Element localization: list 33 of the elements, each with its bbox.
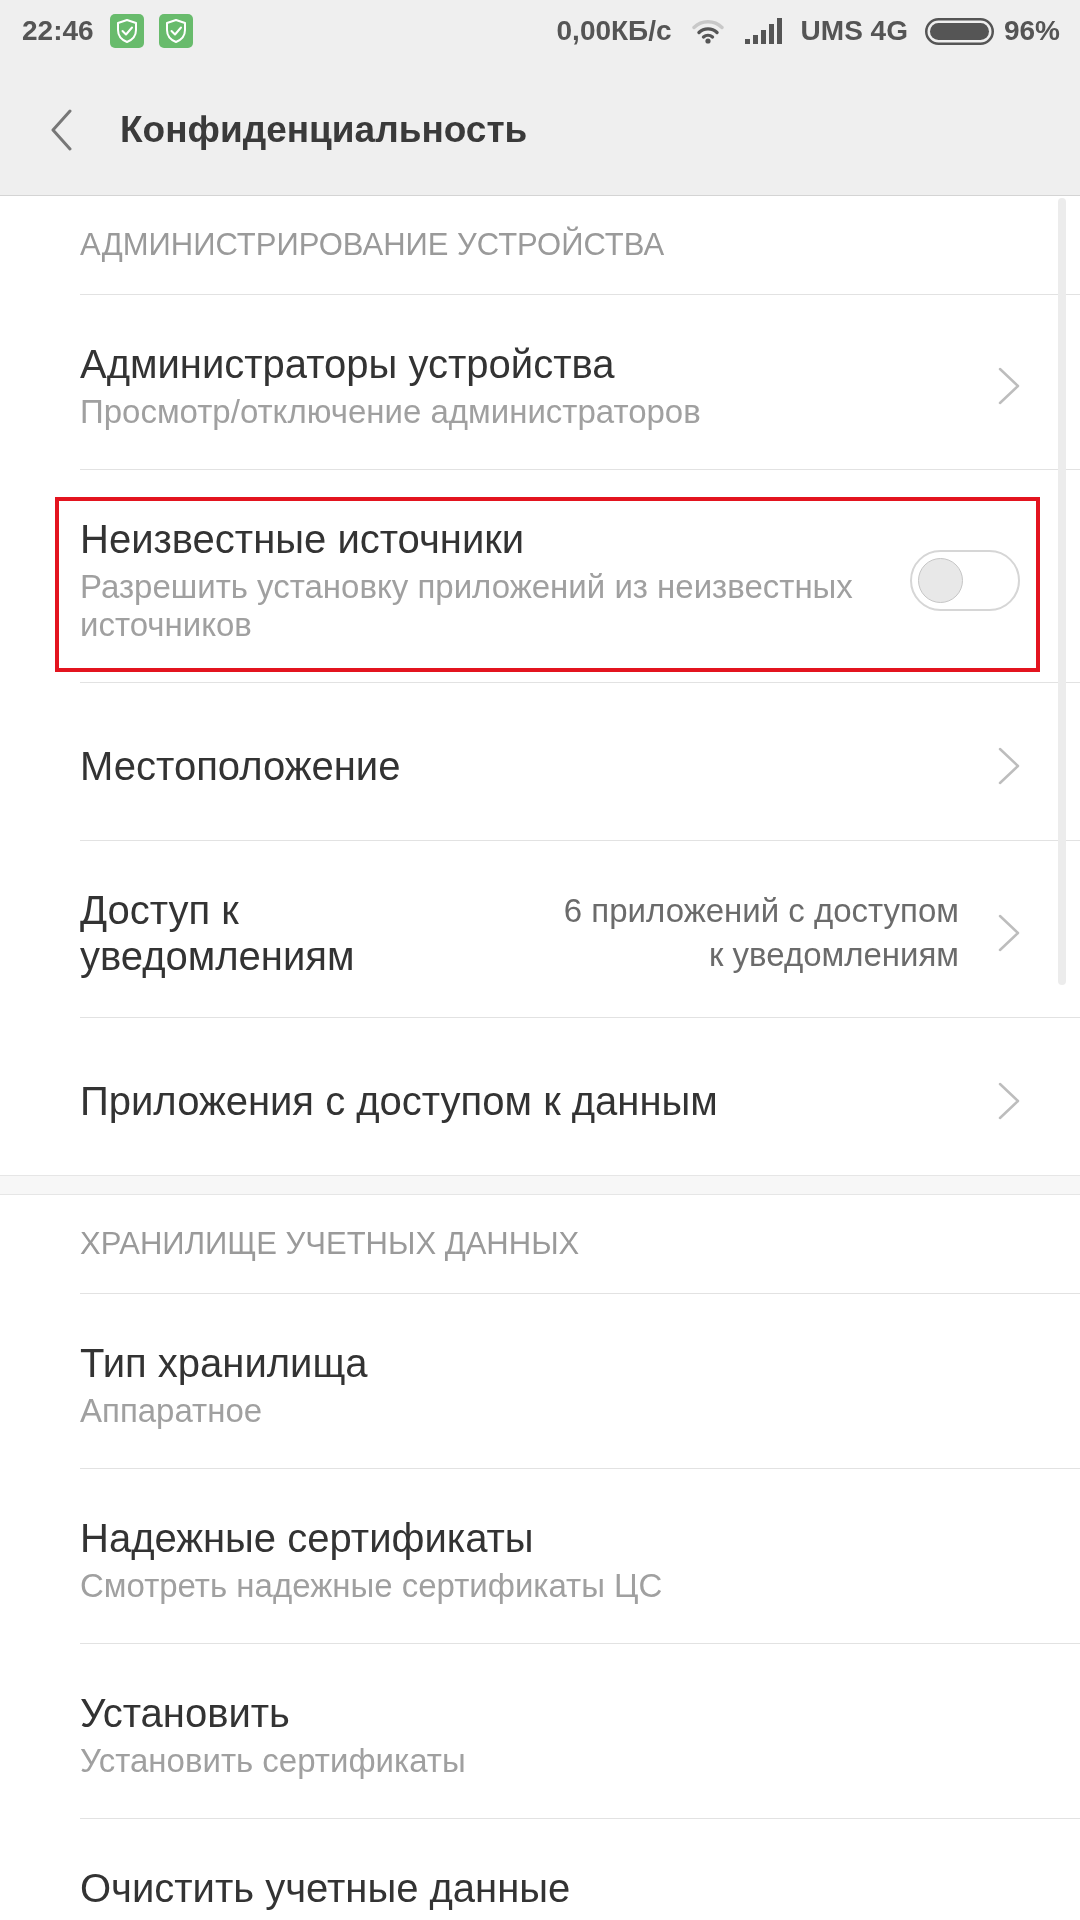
page-title: Конфиденциальность xyxy=(120,108,528,151)
chevron-right-icon xyxy=(998,367,1020,405)
status-time: 22:46 xyxy=(22,15,94,47)
setting-subtitle: Разрешить установку приложений из неизвестных источников xyxy=(80,568,854,644)
setting-value: 6 приложений с доступом к уведомлениям xyxy=(562,891,959,975)
setting-subtitle: Смотреть надежные сертификаты ЦС xyxy=(80,1567,664,1605)
section-title: ХРАНИЛИЩЕ УЧЕТНЫХ ДАННЫХ xyxy=(80,1226,580,1262)
scrollbar-thumb[interactable] xyxy=(1058,198,1066,985)
carrier-label: UMS 4G xyxy=(800,15,908,47)
chevron-right-icon xyxy=(998,746,1020,785)
chevron-right-icon xyxy=(998,1081,1020,1120)
setting-title[interactable]: Местоположение xyxy=(80,742,959,789)
chevron-right-icon xyxy=(998,914,1020,952)
setting-subtitle: Установить сертификаты xyxy=(80,1742,467,1780)
battery-percent: 96% xyxy=(1003,15,1060,47)
setting-title[interactable]: Очистить учетные данные xyxy=(80,1865,1020,1911)
battery-icon xyxy=(924,17,994,45)
setting-title[interactable]: Надежные сертификаты xyxy=(80,1515,1020,1561)
network-speed: 0,00КБ/с xyxy=(556,15,672,47)
setting-title[interactable]: Приложения с доступом к данным xyxy=(80,1077,959,1124)
signal-icon xyxy=(744,18,783,44)
setting-title: Тип хранилища xyxy=(80,1340,369,1386)
section-title: АДМИНИСТРИРОВАНИЕ УСТРОЙСТВА xyxy=(80,227,665,263)
setting-subtitle: Аппаратное xyxy=(80,1392,264,1430)
setting-subtitle: Просмотр/отключение администраторов xyxy=(80,393,702,431)
shield-check-icon xyxy=(158,14,193,48)
setting-title[interactable]: Администраторы устройства xyxy=(80,341,959,387)
back-icon[interactable] xyxy=(50,108,72,151)
setting-title[interactable]: Доступ к уведомлениям xyxy=(80,887,420,979)
setting-title[interactable]: Неизвестные источники xyxy=(80,516,910,562)
setting-title[interactable]: Установить xyxy=(80,1690,1020,1736)
shield-check-icon xyxy=(109,14,144,48)
wifi-icon xyxy=(691,18,724,44)
